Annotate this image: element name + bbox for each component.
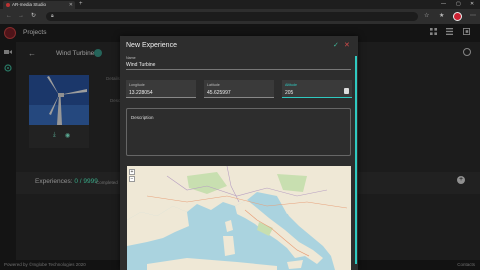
altitude-label: Altitude bbox=[285, 83, 297, 87]
maximize-button[interactable]: ▢ bbox=[456, 0, 461, 9]
browser-menu-icon[interactable]: ⋯ bbox=[470, 12, 476, 20]
description-field[interactable]: Description bbox=[126, 108, 351, 156]
browser-tab[interactable]: AR-media Studio ✕ bbox=[3, 1, 75, 9]
latitude-field[interactable]: Latitude 45.625997 bbox=[204, 80, 274, 98]
longitude-label: Longitude bbox=[129, 83, 145, 87]
lock-icon: 🔒︎ bbox=[51, 13, 54, 19]
star-icon[interactable]: ☆ bbox=[424, 12, 429, 20]
reload-icon[interactable]: ↻ bbox=[31, 12, 36, 20]
close-button[interactable]: ✕ bbox=[344, 41, 350, 49]
location-map[interactable]: + − bbox=[127, 166, 351, 270]
new-experience-dialog: New Experience ✓ ✕ Name Wind Turbine Lon… bbox=[120, 36, 358, 270]
altitude-spinner[interactable] bbox=[344, 88, 349, 94]
window-close-button[interactable]: ✕ bbox=[470, 0, 474, 9]
latitude-label: Latitude bbox=[207, 83, 220, 87]
altitude-value: 205 bbox=[285, 90, 294, 96]
longitude-field[interactable]: Longitude 13.228054 bbox=[126, 80, 196, 98]
map-tiles bbox=[127, 166, 351, 270]
browser-tab-bar: AR-media Studio ✕ + — ▢ ✕ bbox=[0, 0, 480, 9]
latitude-value: 45.625997 bbox=[207, 90, 231, 96]
favicon-icon bbox=[6, 3, 10, 7]
dialog-scrollbar[interactable] bbox=[355, 56, 357, 264]
new-tab-button[interactable]: + bbox=[79, 0, 83, 9]
name-label: Name bbox=[126, 56, 136, 60]
url-field[interactable]: 🔒︎ bbox=[46, 12, 418, 21]
tab-close-icon[interactable]: ✕ bbox=[69, 1, 73, 9]
back-nav-icon[interactable]: ← bbox=[6, 12, 12, 20]
forward-nav-icon[interactable]: → bbox=[18, 12, 24, 20]
tab-title: AR-media Studio bbox=[12, 2, 47, 7]
address-bar: ← → ↻ 🔒︎ ☆ ★ ⋯ bbox=[0, 9, 480, 24]
favorites-icon[interactable]: ★ bbox=[439, 12, 444, 20]
name-field[interactable]: Wind Turbine bbox=[126, 62, 155, 68]
altitude-field[interactable]: Altitude 205 bbox=[282, 80, 352, 98]
description-label: Description bbox=[131, 115, 154, 120]
map-zoom-in-button[interactable]: + bbox=[129, 169, 135, 175]
profile-avatar[interactable] bbox=[453, 12, 462, 21]
map-zoom-out-button[interactable]: − bbox=[129, 176, 135, 182]
dialog-title: New Experience bbox=[126, 42, 177, 49]
name-underline bbox=[126, 69, 351, 70]
confirm-button[interactable]: ✓ bbox=[333, 41, 339, 49]
minimize-button[interactable]: — bbox=[441, 0, 446, 9]
longitude-value: 13.228054 bbox=[129, 90, 153, 96]
